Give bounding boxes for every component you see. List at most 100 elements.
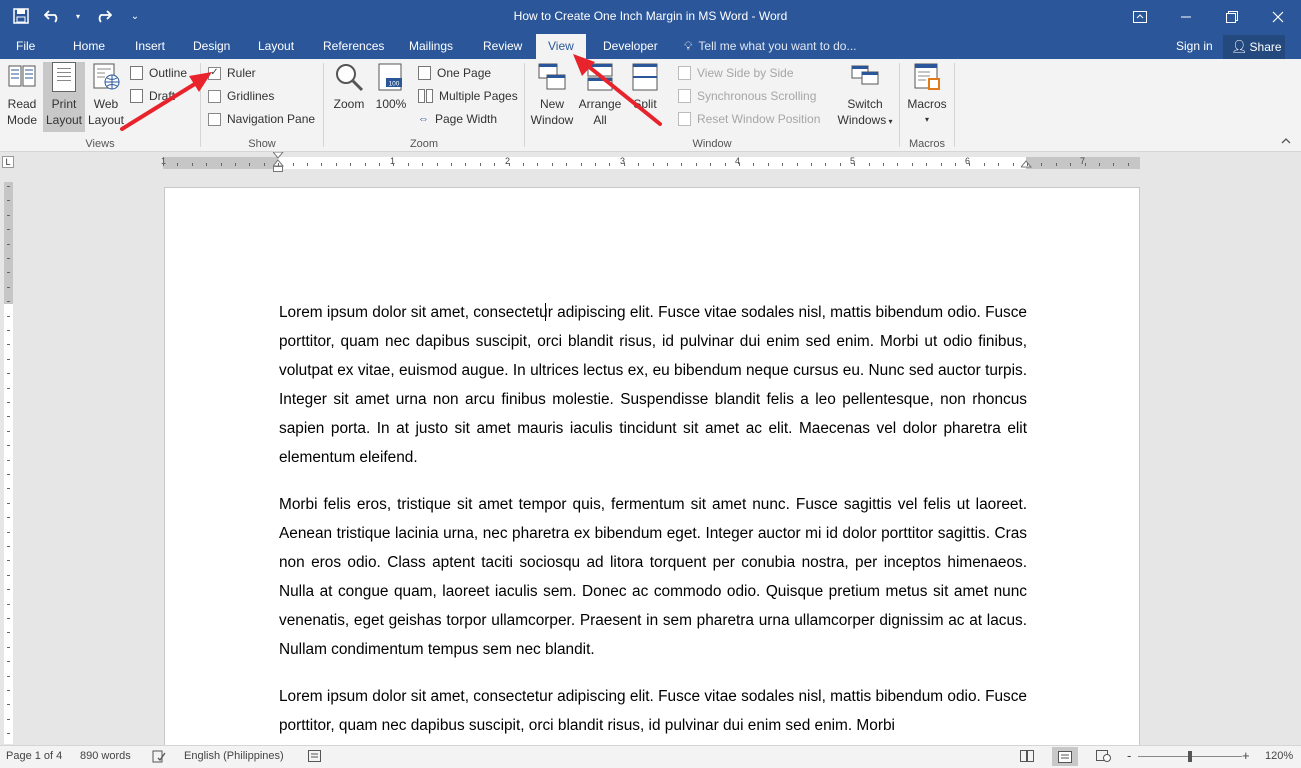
tab-layout[interactable]: Layout [258, 34, 294, 59]
navigation-pane-checkbox[interactable]: Navigation Pane [208, 109, 315, 129]
navigation-pane-label: Navigation Pane [227, 112, 316, 126]
read-mode-view-icon[interactable] [1020, 750, 1034, 765]
zoom-slider-thumb[interactable] [1188, 751, 1192, 762]
text-cursor [545, 303, 546, 321]
split-button[interactable]: Split [626, 62, 664, 112]
page-width-button[interactable]: ⇔ Page Width [418, 109, 497, 129]
web-layout-button[interactable]: Web Layout [86, 62, 126, 128]
ruler-tick [7, 517, 10, 519]
ruler-checkbox[interactable]: ✓ Ruler [208, 63, 256, 83]
ruler-tick [7, 632, 10, 634]
synchronous-scrolling-label: Synchronous Scrolling [697, 89, 817, 103]
macro-recording-icon[interactable] [308, 750, 321, 765]
macros-group: Macros ▾ Macros [900, 59, 954, 152]
one-page-button[interactable]: One Page [418, 63, 491, 83]
switch-windows-icon [850, 62, 880, 92]
reset-position-icon [678, 112, 691, 126]
tell-me-search[interactable]: 💡︎ Tell me what you want to do... [684, 34, 857, 59]
magnifier-icon [334, 62, 364, 92]
zoom-button[interactable]: Zoom [330, 62, 368, 112]
new-window-button[interactable]: New Window [529, 62, 575, 128]
tab-selector[interactable]: L [2, 156, 14, 168]
proofing-icon[interactable] [152, 750, 166, 766]
tab-file[interactable]: File [16, 34, 35, 59]
paragraph[interactable]: Lorem ipsum dolor sit amet, consectetur … [279, 298, 1027, 472]
synchronous-scrolling-button[interactable]: Synchronous Scrolling [678, 86, 816, 106]
switch-windows-button[interactable]: Switch Windows ▾ [836, 62, 894, 130]
ruler-tick [508, 163, 510, 166]
tab-insert[interactable]: Insert [135, 34, 165, 59]
document-body[interactable]: Lorem ipsum dolor sit amet, consectetur … [279, 298, 1027, 745]
draft-button[interactable]: Draft [130, 86, 175, 106]
ruler-tick [7, 330, 10, 331]
ribbon-display-options-icon[interactable] [1117, 0, 1163, 34]
ruler-tick [1084, 163, 1086, 166]
tab-references[interactable]: References [323, 34, 384, 59]
restore-icon[interactable] [1209, 0, 1255, 34]
close-icon[interactable] [1255, 0, 1301, 34]
views-group: Read Mode Print Layout Web Layout Outlin… [0, 59, 200, 152]
web-layout-view-icon[interactable] [1096, 750, 1111, 765]
arrange-all-button[interactable]: Arrange All [577, 62, 623, 128]
outline-button[interactable]: Outline [130, 63, 187, 83]
ruler-tick [796, 163, 798, 166]
print-layout-label-1: Print [51, 97, 77, 111]
ruler-tick [710, 163, 712, 166]
gridlines-checkbox[interactable]: Gridlines [208, 86, 274, 106]
ruler-tick [854, 163, 856, 166]
collapse-ribbon-icon[interactable] [1281, 135, 1291, 147]
horizontal-ruler[interactable]: 1 1 2 3 4 5 6 7 [161, 152, 1140, 172]
print-layout-view-icon[interactable] [1052, 747, 1078, 766]
vertical-ruler[interactable] [4, 182, 13, 744]
word-count[interactable]: 890 words [80, 750, 131, 762]
ruler-tick [1012, 163, 1014, 166]
tab-view[interactable]: View [536, 34, 586, 59]
show-group-label: Show [248, 138, 276, 150]
tab-mailings[interactable]: Mailings [409, 34, 453, 59]
tab-review[interactable]: Review [483, 34, 522, 59]
minimize-icon[interactable] [1163, 0, 1209, 34]
sign-in-link[interactable]: Sign in [1176, 34, 1213, 59]
multiple-pages-icon [418, 89, 433, 103]
macros-button[interactable]: Macros ▾ [904, 62, 950, 128]
paragraph[interactable]: Morbi felis eros, tristique sit amet tem… [279, 490, 1027, 664]
ruler-tick [7, 718, 10, 720]
ruler-tick [235, 163, 236, 166]
ruler-tick [1099, 163, 1100, 166]
one-page-label: One Page [437, 66, 492, 80]
zoom-out-button[interactable]: - [1127, 748, 1131, 763]
ruler-tick [7, 344, 10, 346]
ruler-tick [1070, 163, 1072, 166]
document-page[interactable]: Lorem ipsum dolor sit amet, consectetur … [164, 187, 1140, 745]
macros-icon [912, 62, 942, 92]
ruler-tick [7, 402, 10, 403]
horizontal-ruler-area: L 1 1 2 3 4 5 6 7 [0, 152, 1301, 174]
ruler-tick [652, 163, 654, 166]
document-area: Lorem ipsum dolor sit amet, consectetur … [16, 174, 1301, 745]
zoom-level[interactable]: 120% [1265, 750, 1293, 762]
page-icon [49, 62, 79, 92]
ruler-tick [7, 675, 10, 677]
ruler-tick [220, 163, 222, 166]
read-mode-button[interactable]: Read Mode [2, 62, 42, 128]
view-side-by-side-button[interactable]: View Side by Side [678, 63, 794, 83]
page-count[interactable]: Page 1 of 4 [6, 750, 62, 762]
tab-developer[interactable]: Developer [603, 34, 658, 59]
tab-home[interactable]: Home [73, 34, 105, 59]
reset-window-position-button[interactable]: Reset Window Position [678, 109, 820, 129]
ruler-tick [7, 286, 10, 288]
window-title: How to Create One Inch Margin in MS Word… [513, 9, 788, 23]
language-indicator[interactable]: English (Philippines) [184, 750, 284, 762]
ruler-tick [407, 163, 409, 166]
share-button[interactable]: 👤︎ Share [1223, 35, 1285, 59]
tab-design[interactable]: Design [193, 34, 230, 59]
zoom-group-label: Zoom [409, 138, 439, 150]
zoom-in-button[interactable]: + [1242, 748, 1250, 763]
print-layout-button[interactable]: Print Layout [43, 62, 85, 132]
paragraph[interactable]: Lorem ipsum dolor sit amet, consectetur … [279, 682, 1027, 740]
ruler-tick [7, 373, 10, 375]
ruler-tick [7, 574, 10, 576]
zoom-100-button[interactable]: 100 100% [373, 62, 409, 112]
ruler-tick [1055, 163, 1057, 166]
multiple-pages-button[interactable]: Multiple Pages [418, 86, 518, 106]
